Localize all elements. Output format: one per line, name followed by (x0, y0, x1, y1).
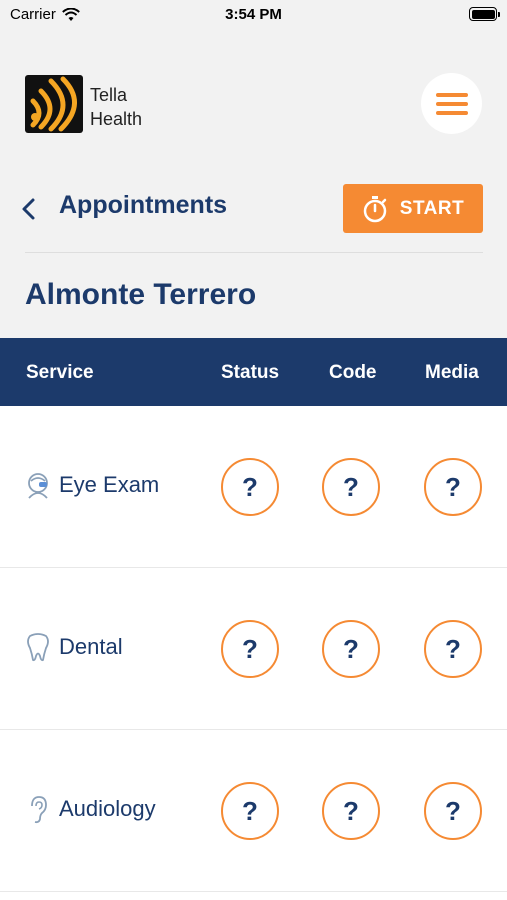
divider (25, 252, 483, 253)
media-button[interactable]: ? (424, 620, 482, 678)
code-button[interactable]: ? (322, 458, 380, 516)
status-button[interactable]: ? (221, 782, 279, 840)
start-label: START (399, 197, 465, 219)
table-row[interactable]: Audiology ? ? ? (0, 730, 507, 892)
service-cell: Dental (25, 632, 123, 662)
header-status: Status (221, 362, 280, 383)
media-button[interactable]: ? (424, 458, 482, 516)
service-label: Audiology (59, 796, 156, 821)
stopwatch-icon (363, 195, 387, 222)
header-code: Code (329, 362, 377, 383)
eye-exam-icon (28, 473, 48, 499)
service-label: Eye Exam (59, 472, 160, 497)
start-button[interactable]: START (343, 184, 483, 233)
back-chevron-icon[interactable] (18, 196, 40, 222)
table-row[interactable]: Eye Exam ? ? ? (0, 406, 507, 568)
service-cell: Audiology (25, 794, 156, 824)
code-button[interactable]: ? (322, 782, 380, 840)
header-service: Service (26, 362, 94, 383)
service-cell: Eye Exam (25, 470, 159, 500)
ear-icon (31, 796, 47, 824)
page-title: Appointments (59, 191, 228, 219)
brand-name: Tella Health (90, 83, 142, 131)
status-button[interactable]: ? (221, 458, 279, 516)
header-media: Media (425, 362, 479, 383)
status-button[interactable]: ? (221, 620, 279, 678)
tooth-icon (27, 633, 49, 662)
battery-icon (469, 7, 500, 21)
brand-line-1: Tella (90, 85, 128, 105)
logo-mark-icon (30, 76, 77, 132)
status-bar: Carrier 3:54 PM (0, 0, 507, 30)
table-header: Service Status Code Media (0, 338, 507, 406)
media-button[interactable]: ? (424, 782, 482, 840)
code-button[interactable]: ? (322, 620, 380, 678)
brand-line-2: Health (90, 109, 143, 129)
service-label: Dental (59, 634, 123, 659)
table-row[interactable]: Dental ? ? ? (0, 568, 507, 730)
tella-logo (25, 75, 83, 133)
clock: 3:54 PM (225, 6, 282, 23)
patient-name: Almonte Terrero (25, 278, 257, 311)
hamburger-icon (435, 92, 468, 115)
menu-button[interactable] (421, 73, 482, 134)
